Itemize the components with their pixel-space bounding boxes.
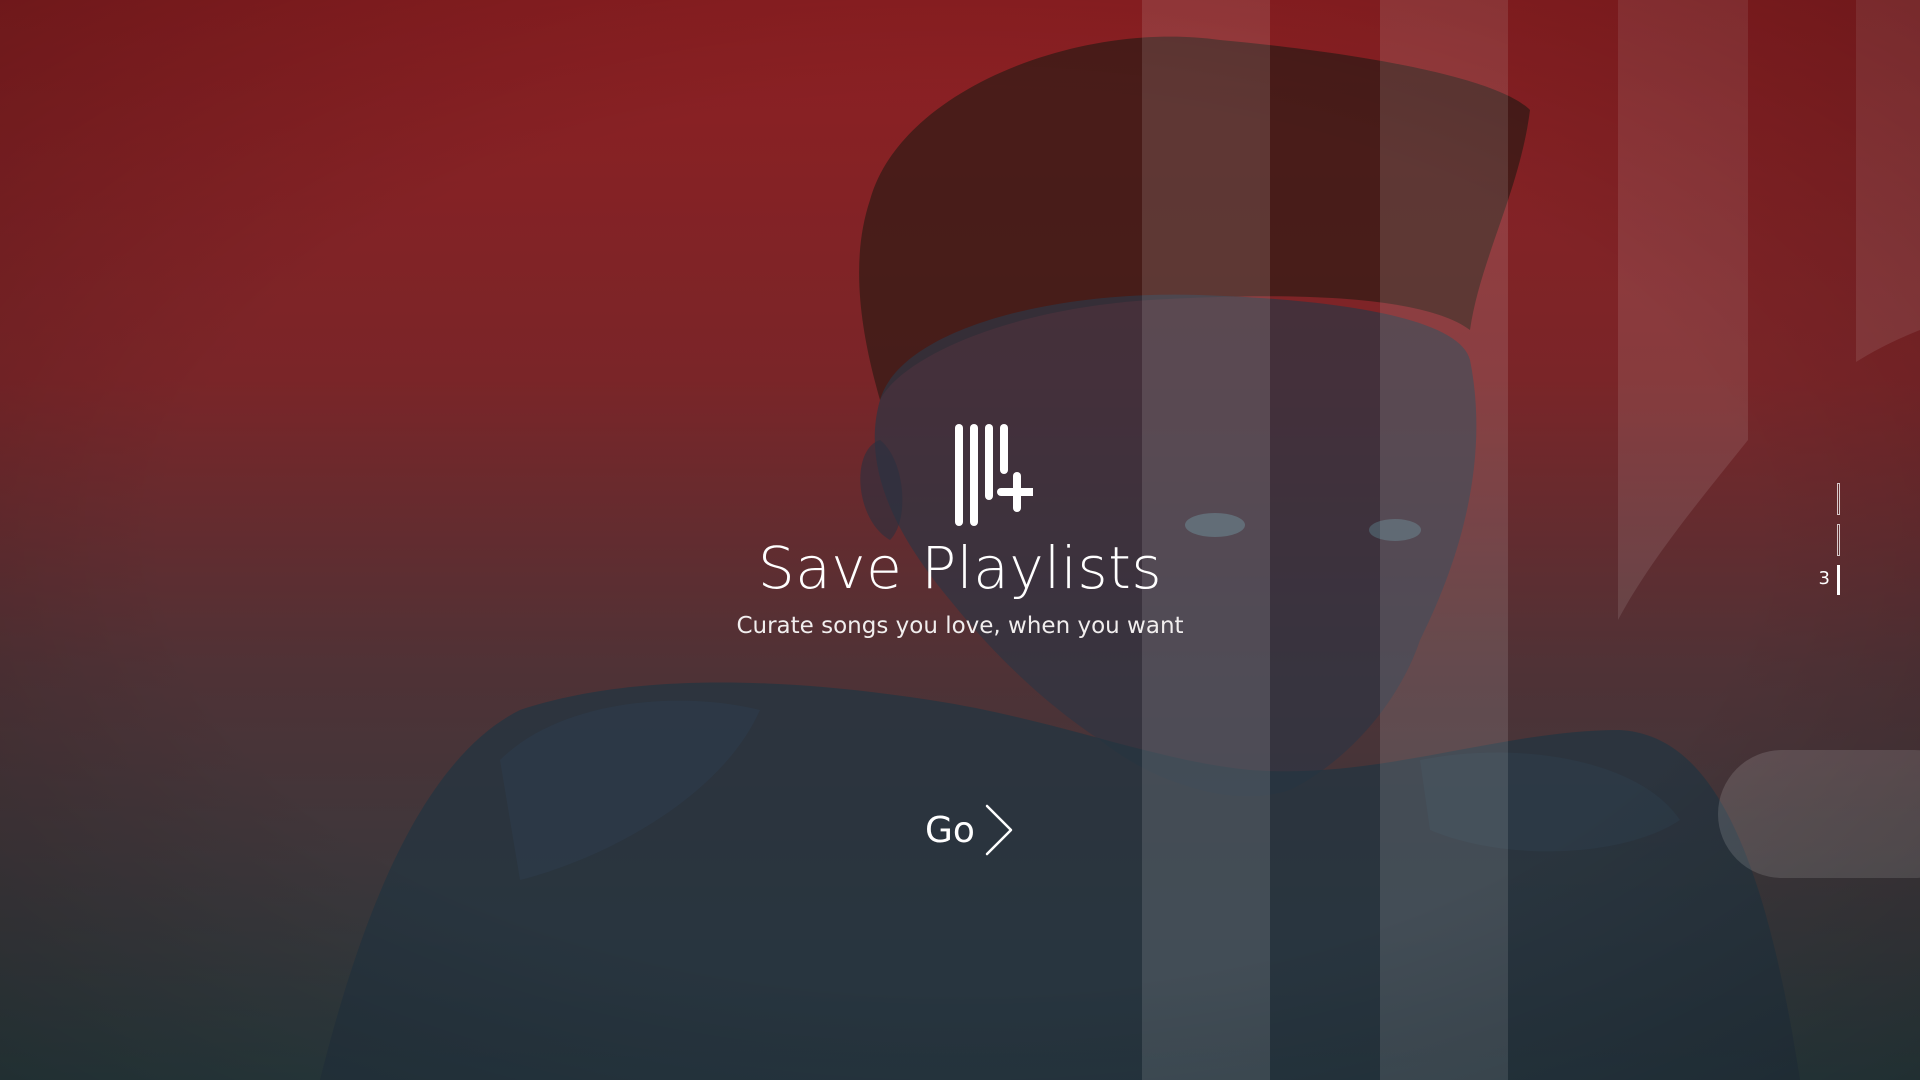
pager-dot-1[interactable] — [1837, 483, 1840, 515]
slide-title: Save Playlists — [757, 534, 1163, 602]
playlist-add-icon — [955, 424, 1033, 526]
slide-pager: 3 — [1800, 480, 1840, 600]
slide-subtitle: Curate songs you love, when you want — [736, 613, 1184, 639]
pager-current-number: 3 — [1818, 568, 1830, 589]
chevron-right-icon — [985, 804, 1013, 856]
pager-dot-2[interactable] — [1837, 524, 1840, 556]
go-button-label: Go — [925, 809, 975, 851]
go-button[interactable]: Go — [925, 800, 1045, 860]
pager-dot-3[interactable] — [1837, 565, 1840, 595]
onboarding-slide: Save Playlists Curate songs you love, wh… — [0, 0, 1920, 1080]
